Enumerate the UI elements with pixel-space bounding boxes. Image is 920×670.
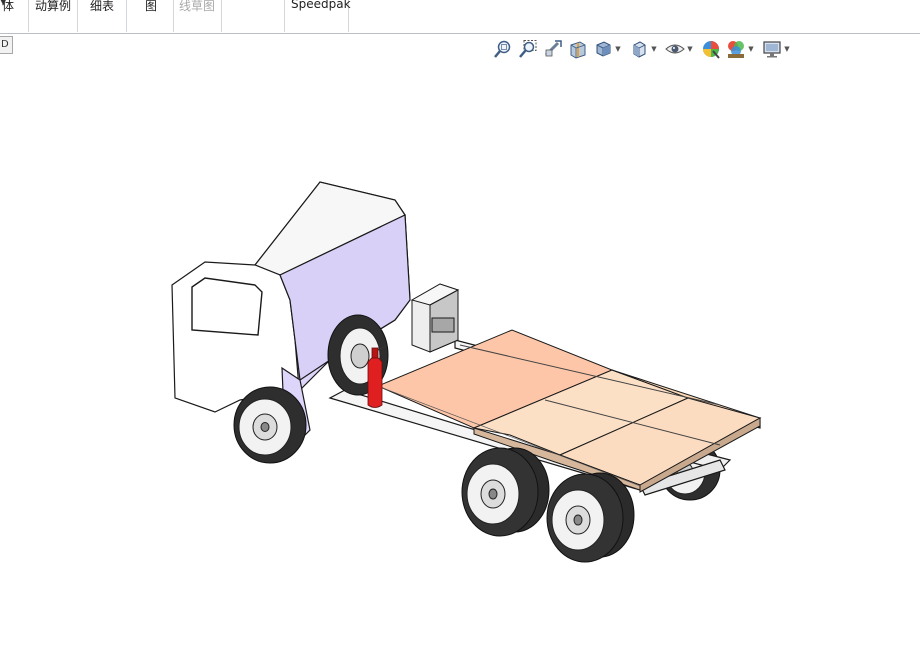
equipment-box xyxy=(410,283,460,353)
ribbon-tab-label: 细表 xyxy=(90,0,115,13)
ribbon-tab-sketch[interactable]: 线草图 xyxy=(174,0,222,32)
ribbon-tab-label: 图 xyxy=(145,0,158,13)
truck-model[interactable] xyxy=(0,34,920,666)
ribbon-tab-speedpak[interactable]: Speedpak xyxy=(285,0,351,32)
front-wheel xyxy=(233,386,307,464)
chevron-down-icon[interactable]: ▼ xyxy=(0,0,6,6)
ribbon-tab-label: Speedpak xyxy=(291,0,351,11)
ribbon-tab-label: 线草图 xyxy=(179,0,216,13)
ribbon-tab-blank[interactable] xyxy=(222,0,285,32)
ribbon-tab-drawing[interactable]: 图 xyxy=(127,0,174,32)
ribbon-tab-body[interactable]: 体 ▼ xyxy=(0,0,29,32)
ribbon-tab-label: 动算例 xyxy=(35,0,72,13)
ribbon-tab-motion-study[interactable]: 动算例 xyxy=(29,0,78,32)
command-manager-ribbon: 体 ▼ 动算例 细表 图 线草图 Speedpak xyxy=(0,0,920,34)
graphics-area[interactable] xyxy=(0,34,920,666)
ribbon-tab-bom[interactable]: 细表 xyxy=(78,0,127,32)
